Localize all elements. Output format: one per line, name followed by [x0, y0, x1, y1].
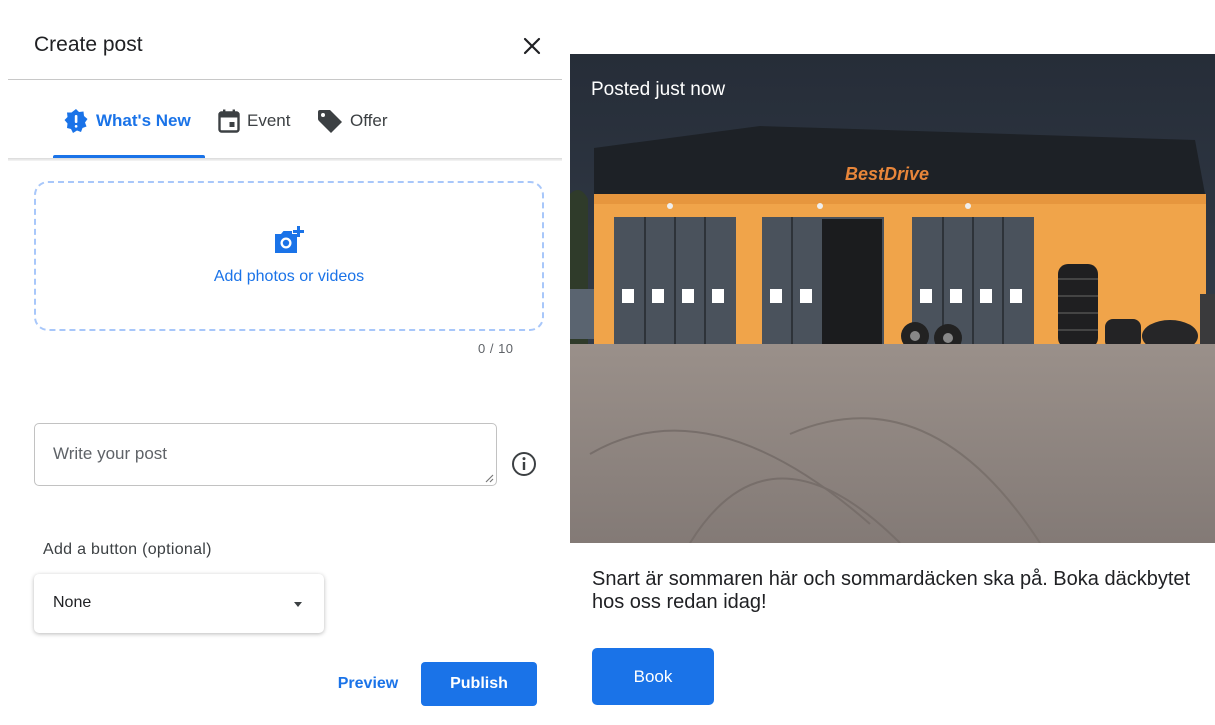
preview-button[interactable]: Preview — [318, 662, 418, 706]
announcement-badge-icon — [64, 109, 88, 133]
post-placeholder: Write your post — [53, 444, 168, 463]
dialog-header: Create post — [8, 0, 562, 80]
add-photo-icon — [275, 226, 304, 253]
caret-down-icon — [294, 602, 302, 607]
tab-label: Offer — [350, 111, 388, 130]
info-icon[interactable] — [511, 451, 537, 477]
post-caption: Snart är sommaren här och sommardäcken s… — [592, 568, 1191, 613]
select-value: None — [53, 594, 92, 611]
building-sign: BestDrive — [845, 164, 929, 184]
dialog-title: Create post — [34, 33, 143, 56]
post-text-input[interactable]: Write your post — [34, 423, 497, 486]
tag-icon — [318, 110, 342, 133]
post-photo: BestDrive — [570, 54, 1215, 543]
tab-offer[interactable]: Offer — [317, 107, 387, 135]
close-icon — [523, 37, 541, 55]
calendar-icon — [218, 109, 240, 133]
add-media-label: Add photos or videos — [213, 268, 365, 285]
create-post-dialog: Create post What's New Event Offer Add p… — [8, 0, 562, 725]
add-button-label: Add a button (optional) — [43, 541, 212, 558]
resize-handle-icon[interactable] — [484, 473, 494, 483]
button-type-select[interactable]: None — [34, 574, 324, 633]
add-media-dropzone[interactable]: Add photos or videos — [34, 181, 544, 331]
book-button[interactable]: Book — [592, 648, 714, 705]
tab-label: What's New — [96, 111, 191, 130]
publish-button[interactable]: Publish — [421, 662, 537, 706]
tabs-divider — [8, 158, 562, 161]
tab-label: Event — [247, 111, 291, 130]
post-status: Posted just now — [591, 79, 726, 100]
post-type-tabs: What's New Event Offer — [8, 81, 562, 159]
tab-event[interactable]: Event — [218, 107, 290, 135]
close-button[interactable] — [520, 34, 544, 58]
post-preview: BestDrive Posted just now Snart är somma… — [570, 0, 1215, 725]
media-counter: 0 / 10 — [478, 341, 514, 356]
tab-whats-new[interactable]: What's New — [63, 107, 191, 135]
